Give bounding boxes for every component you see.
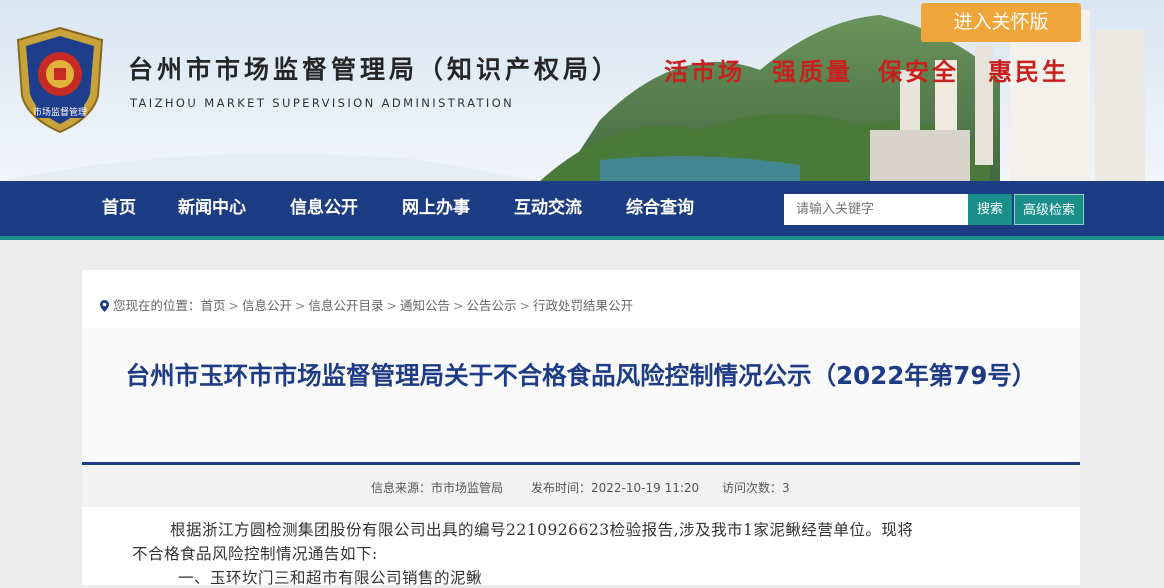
breadcrumb-penalty-results[interactable]: 行政处罚结果公开: [533, 298, 633, 313]
article-paragraph: 根据浙江方圆检测集团股份有限公司出具的编号2210926623检验报告,涉及我市…: [170, 521, 914, 539]
meta-source-label: 信息来源：: [371, 481, 432, 495]
breadcrumb-separator: >: [453, 298, 464, 313]
nav-item-online-services[interactable]: 网上办事: [402, 181, 470, 236]
meta-publish-time: 发布时间：2022-10-19 11:20: [531, 479, 699, 496]
location-pin-icon: [100, 300, 109, 312]
meta-source: 信息来源：市市场监管局: [371, 479, 503, 496]
slogan-4: 惠民生: [988, 57, 1069, 86]
search-button[interactable]: 搜索: [968, 194, 1012, 225]
breadcrumb-separator: >: [295, 298, 306, 313]
article-title: 台州市玉环市市场监督管理局关于不合格食品风险控制情况公示（2022年第79号）: [125, 361, 1037, 390]
nav-accent-line: [0, 236, 1164, 240]
nav-item-news[interactable]: 新闻中心: [178, 181, 246, 236]
meta-time-value: 2022-10-19 11:20: [591, 481, 700, 495]
site-title: 台州市市场监督管理局（知识产权局）: [128, 55, 622, 84]
breadcrumb-info-catalog[interactable]: 信息公开目录: [309, 298, 384, 313]
meta-source-value: 市市场监管局: [431, 481, 504, 495]
advanced-search-button[interactable]: 高级检索: [1014, 194, 1084, 225]
breadcrumb-prefix: 您现在的位置：: [113, 298, 201, 313]
search-input[interactable]: [784, 194, 968, 225]
breadcrumb-info-disclosure[interactable]: 信息公开: [242, 298, 292, 313]
meta-views-label: 访问次数：: [722, 481, 783, 495]
breadcrumb-home[interactable]: 首页: [201, 298, 226, 313]
breadcrumb: 您现在的位置：首页 > 信息公开 > 信息公开目录 > 通知公告 > 公告公示 > 行政处罚结果公开: [100, 295, 633, 314]
slogan-3: 保安全: [878, 57, 959, 86]
breadcrumb-separator: >: [519, 298, 531, 313]
emblem-text: 市场监督管理: [33, 106, 87, 118]
nav-item-query[interactable]: 综合查询: [626, 181, 694, 236]
breadcrumb-separator: >: [228, 298, 240, 313]
slogan-1: 活市场: [664, 57, 745, 86]
government-emblem-logo: 市场监督管理: [16, 26, 104, 134]
meta-time-label: 发布时间：: [531, 481, 592, 495]
article-paragraph: 不合格食品风险控制情况通告如下:: [132, 545, 378, 563]
nav-item-interaction[interactable]: 互动交流: [514, 181, 582, 236]
care-mode-button[interactable]: 进入关怀版: [921, 3, 1081, 42]
breadcrumb-separator: >: [386, 298, 398, 313]
nav-item-info-disclosure[interactable]: 信息公开: [290, 181, 358, 236]
meta-views: 访问次数：3: [722, 479, 790, 496]
article-title-area: [82, 328, 1080, 462]
site-header: 市场监督管理 台州市市场监督管理局（知识产权局） TAIZHOU MARKET …: [0, 0, 1164, 181]
site-subtitle: TAIZHOU MARKET SUPERVISION ADMINISTRATIO…: [130, 96, 515, 110]
breadcrumb-notices[interactable]: 通知公告: [400, 298, 450, 313]
slogan-2: 强质量: [772, 57, 853, 86]
meta-views-value: 3: [782, 481, 790, 495]
nav-item-home[interactable]: 首页: [102, 181, 136, 236]
breadcrumb-announcements[interactable]: 公告公示: [467, 298, 517, 313]
